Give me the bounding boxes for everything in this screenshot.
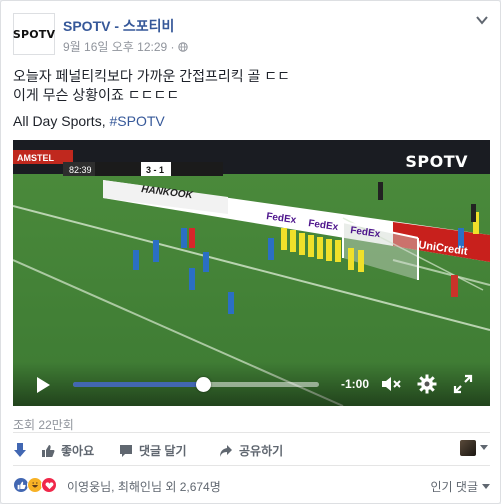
play-icon[interactable]: [35, 376, 51, 394]
fullscreen-icon[interactable]: [453, 374, 473, 394]
post-text-line1: 오늘자 페널티킥보다 가까운 간접프리킥 골 ㄷㄷ: [13, 68, 291, 84]
page-avatar[interactable]: SPOTV: [13, 13, 55, 55]
comment-sort-label: 인기 댓글: [430, 480, 479, 494]
hashtag-link[interactable]: #SPOTV: [109, 113, 164, 129]
reaction-icons[interactable]: [13, 477, 57, 493]
action-bar: 좋아요 댓글 달기 공유하기: [13, 432, 490, 466]
share-label: 공유하기: [239, 444, 284, 458]
video-player[interactable]: 82:39 3 - 1 AMSTEL HANKOOK FedEx FedEx F…: [13, 140, 490, 406]
thumbs-up-icon: [42, 444, 55, 457]
mute-icon[interactable]: [381, 375, 401, 393]
channel-watermark: SPOTV: [405, 152, 468, 171]
page-name-link[interactable]: SPOTV - 스포티비: [63, 16, 174, 36]
progress-scrubber[interactable]: [196, 377, 212, 392]
settings-gear-icon[interactable]: [417, 374, 437, 394]
post-options-chevron-icon[interactable]: [476, 15, 488, 25]
love-reaction-icon: [41, 477, 57, 493]
video-controls: -1:00: [13, 362, 490, 406]
post-card: SPOTV SPOTV - 스포티비 9월 16일 오후 12:29 · 오늘자…: [0, 0, 501, 504]
post-text-line2: 이게 무슨 상황이죠 ㄷㄷㄷㄷ: [13, 87, 180, 103]
chevron-down-icon: [480, 445, 488, 450]
like-button[interactable]: 좋아요: [41, 442, 94, 459]
like-label: 좋아요: [61, 444, 95, 458]
comment-label: 댓글 달기: [139, 444, 187, 458]
reactions-summary: 이영웅님, 최해인님 외 2,674명 인기 댓글: [13, 474, 490, 498]
time-remaining: -1:00: [341, 377, 370, 391]
post-as-selector[interactable]: [460, 440, 488, 456]
ad-board-amstel: AMSTEL: [17, 153, 55, 163]
reactions-arrow-icon[interactable]: [13, 442, 27, 458]
share-button[interactable]: 공유하기: [219, 442, 283, 459]
view-count: 조회 22만회: [13, 418, 74, 432]
progress-bar[interactable]: [73, 377, 319, 392]
sort-chevron-down-icon: [482, 483, 490, 489]
post-meta: 9월 16일 오후 12:29 ·: [63, 38, 188, 55]
reactors-link[interactable]: 이영웅님, 최해인님 외 2,674명: [67, 478, 221, 495]
user-avatar: [460, 440, 476, 456]
scoreboard-time: 82:39: [69, 165, 92, 175]
comment-sort-dropdown[interactable]: 인기 댓글: [430, 478, 490, 495]
globe-icon: [177, 41, 188, 52]
scoreboard-score: 3 - 1: [146, 165, 164, 175]
post-header: SPOTV SPOTV - 스포티비 9월 16일 오후 12:29 ·: [13, 13, 490, 55]
progress-fill: [73, 382, 204, 387]
post-text-plain: All Day Sports,: [13, 113, 110, 129]
post-text: 오늘자 페널티킥보다 가까운 간접프리킥 골 ㄷㄷ 이게 무슨 상황이죠 ㄷㄷㄷㄷ…: [13, 67, 490, 138]
share-icon: [220, 444, 232, 457]
comment-icon: [120, 444, 132, 457]
comment-button[interactable]: 댓글 달기: [119, 442, 187, 459]
post-timestamp[interactable]: 9월 16일 오후 12:29 ·: [63, 38, 175, 55]
